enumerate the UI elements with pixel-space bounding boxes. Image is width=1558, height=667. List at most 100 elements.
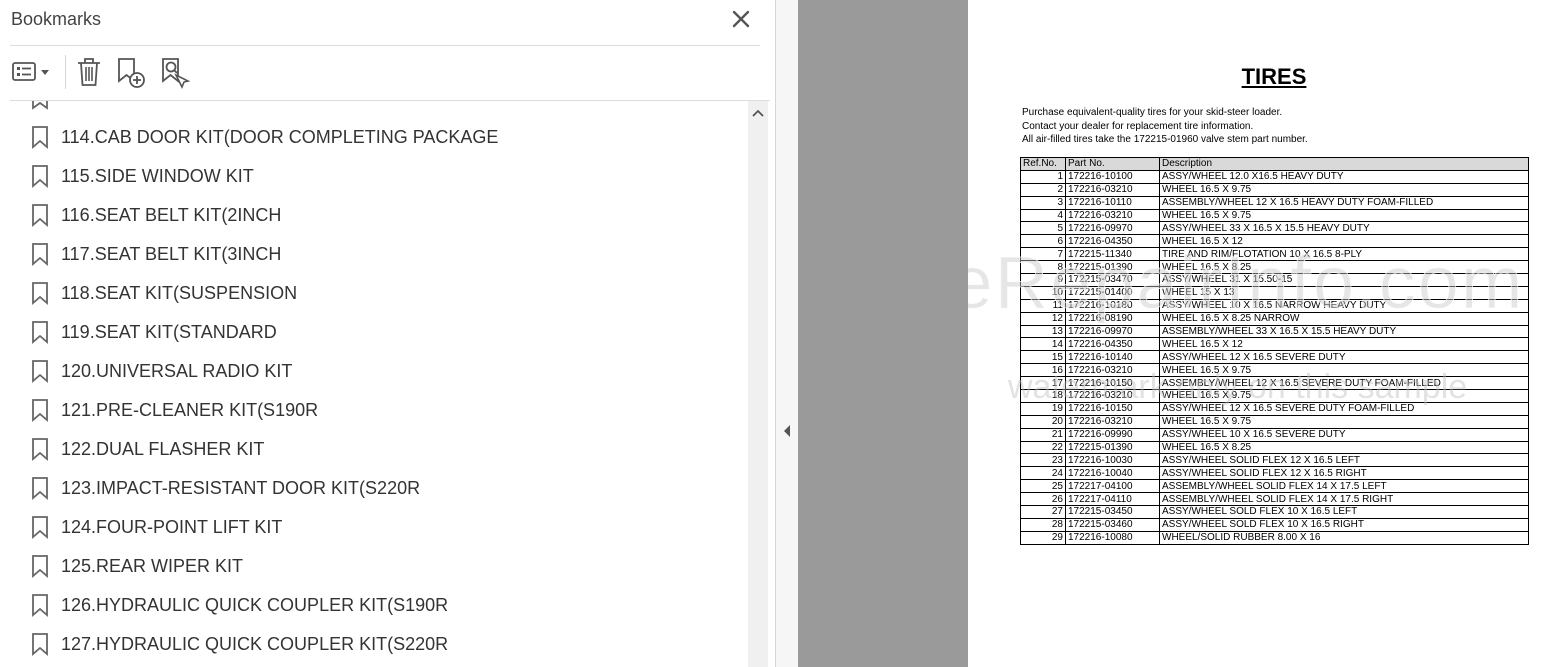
table-cell-desc: TIRE AND RIM/FLOTATION 10 X 16.5 8-PLY (1159, 247, 1529, 262)
bookmark-scrollbar[interactable] (748, 101, 768, 667)
bookmark-icon (32, 165, 48, 188)
bookmark-label: 123.IMPACT-RESISTANT DOOR KIT(S220R (61, 478, 421, 498)
table-cell-ref: 4 (1020, 208, 1066, 223)
header-ref-no: Ref.No. (1020, 157, 1066, 171)
collapse-left-icon[interactable] (782, 424, 792, 438)
bookmark-icon (32, 438, 48, 461)
table-cell-desc: ASSY/WHEEL SOLD FLEX 10 X 16.5 LEFT (1159, 505, 1529, 519)
delete-bookmark-button[interactable] (74, 55, 104, 89)
table-row: 18 172216-03210 WHEEL 16.5 X 9.75 (1020, 389, 1529, 403)
bookmark-item[interactable]: 114.CAB DOOR KIT(DOOR COMPLETING PACKAGE (0, 118, 748, 157)
bookmark-item[interactable]: 119.SEAT KIT(STANDARD (0, 313, 748, 352)
table-row: 22 172215-01390 WHEEL 16.5 X 8.25 (1020, 440, 1529, 455)
bookmark-icon (32, 101, 48, 110)
table-row: 23 172216-10030 ASSY/WHEEL SOLID FLEX 12 X… (1020, 453, 1529, 468)
table-cell-desc: WHEEL 16.5 X 12 (1159, 234, 1529, 249)
table-cell-part: 172216-10080 (1065, 530, 1160, 545)
table-cell-ref: 19 (1020, 401, 1066, 416)
panel-splitter[interactable] (776, 0, 798, 667)
table-cell-desc: ASSEMBLY/WHEEL 12 X 16.5 HEAVY DUTY FOAM… (1159, 195, 1529, 210)
table-cell-part: 172216-09970 (1065, 221, 1160, 236)
table-row: 16 172216-03210 WHEEL 16.5 X 9.75 (1020, 363, 1529, 378)
table-row: 27 172215-03450 ASSY/WHEEL SOLD FLEX 10 X … (1020, 505, 1529, 519)
table-cell-part: 172216-10110 (1065, 195, 1160, 210)
bookmark-label: 115.SIDE WINDOW KIT (61, 166, 254, 186)
options-menu-button[interactable] (10, 55, 54, 89)
bookmark-label: 116.SEAT BELT KIT(2INCH (61, 205, 282, 225)
table-cell-ref: 6 (1020, 234, 1066, 249)
scroll-thumb[interactable] (752, 127, 764, 667)
bookmark-label: 126.HYDRAULIC QUICK COUPLER KIT(S190R (61, 595, 449, 615)
find-bookmark-button[interactable] (158, 55, 191, 89)
bookmark-item[interactable]: 123.IMPACT-RESISTANT DOOR KIT(S220R (0, 469, 748, 508)
table-cell-part: 172216-04350 (1065, 337, 1160, 352)
table-cell-part: 172216-09990 (1065, 427, 1160, 442)
bookmark-icon (32, 399, 48, 422)
table-cell-ref: 15 (1020, 350, 1066, 365)
table-cell-ref: 11 (1020, 298, 1066, 313)
bookmarks-panel: Bookmarks 114.CAB DOOR KIT(DOOR COMPLETI… (0, 0, 776, 667)
table-row: 6 172216-04350 WHEEL 16.5 X 12 (1020, 234, 1529, 249)
bookmark-icon (32, 321, 48, 344)
bookmark-label: 121.PRE-CLEANER KIT(S190R (61, 400, 319, 420)
table-cell-ref: 25 (1020, 479, 1066, 494)
table-row: 21 172216-09990 ASSY/WHEEL 10 X 16.5 SEVER… (1020, 427, 1529, 442)
bookmark-icon (32, 243, 48, 266)
bookmark-icon (32, 477, 48, 500)
bookmark-item[interactable]: 125.REAR WIPER KIT (0, 547, 748, 586)
bookmark-item[interactable]: 120.UNIVERSAL RADIO KIT (0, 352, 748, 391)
bookmark-icon (32, 204, 48, 227)
add-bookmark-button[interactable] (114, 55, 146, 89)
table-cell-ref: 27 (1020, 505, 1066, 519)
bookmark-item[interactable]: 118.SEAT KIT(SUSPENSION (0, 274, 748, 313)
bookmark-icon (32, 126, 48, 149)
close-panel-button[interactable] (728, 6, 754, 32)
table-cell-desc: ASSY/WHEEL 31 X 15.50-15 (1159, 273, 1529, 287)
table-cell-desc: ASSEMBLY/WHEEL 33 X 16.5 X 15.5 HEAVY DU… (1159, 324, 1529, 339)
table-cell-ref: 22 (1020, 440, 1066, 455)
table-cell-part: 172216-08190 (1065, 311, 1160, 326)
page-title: TIRES (1241, 64, 1307, 89)
table-cell-ref: 21 (1020, 427, 1066, 442)
table-cell-part: 172215-03460 (1065, 517, 1160, 532)
table-cell-desc: WHEEL 16.5 X 9.75 (1159, 208, 1529, 223)
table-cell-part: 172216-03210 (1065, 182, 1160, 197)
bookmark-item[interactable]: 115.SIDE WINDOW KIT (0, 157, 748, 196)
chevron-up-icon[interactable] (751, 107, 765, 119)
bookmark-item[interactable]: 121.PRE-CLEANER KIT(S190R (0, 391, 748, 430)
bookmark-item[interactable]: 117.SEAT BELT KIT(3INCH (0, 235, 748, 274)
table-cell-desc: ASSEMBLY/WHEEL 12 X 16.5 SEVERE DUTY FOA… (1159, 376, 1529, 391)
table-row: 17 172216-10150 ASSEMBLY/WHEEL 12 X 16.5 S… (1020, 376, 1529, 391)
table-cell-part: 172216-10030 (1065, 453, 1160, 468)
bookmark-item[interactable]: 127.HYDRAULIC QUICK COUPLER KIT(S220R (0, 625, 748, 664)
table-cell-part: 172215-03470 (1065, 273, 1160, 287)
table-row: 15 172216-10140 ASSY/WHEEL 12 X 16.5 SEVER… (1020, 350, 1529, 365)
table-cell-desc: ASSY/WHEEL 12 X 16.5 SEVERE DUTY (1159, 350, 1529, 365)
bookmark-icon (32, 516, 48, 539)
table-cell-part: 172215-03450 (1065, 505, 1160, 519)
bookmark-icon (32, 282, 48, 305)
table-cell-ref: 7 (1020, 247, 1066, 262)
table-row: 24 172216-10040 ASSY/WHEEL SOLID FLEX 12 X… (1020, 466, 1529, 481)
table-cell-desc: WHEEL 16.5 X 12 (1159, 337, 1529, 352)
table-cell-ref: 10 (1020, 285, 1066, 300)
table-cell-ref: 16 (1020, 363, 1066, 378)
intro-line: Contact your dealer for replacement tire… (1022, 120, 1254, 132)
panel-header: Bookmarks (0, 0, 776, 45)
add-bookmark-icon (118, 58, 145, 88)
table-cell-part: 172216-03210 (1065, 363, 1160, 378)
table-row: 7 172215-11340 TIRE AND RIM/FLOTATION 10 X… (1020, 247, 1529, 262)
toolbar-separator (65, 55, 66, 89)
table-cell-ref: 1 (1020, 169, 1066, 184)
bookmark-item[interactable]: 124.FOUR-POINT LIFT KIT (0, 508, 748, 547)
bookmark-item[interactable]: 122.DUAL FLASHER KIT (0, 430, 748, 469)
table-row: 25 172217-04100 ASSEMBLY/WHEEL SOLID FLEX … (1020, 479, 1529, 494)
bookmark-item[interactable]: 116.SEAT BELT KIT(2INCH (0, 196, 748, 235)
trash-icon (78, 58, 100, 86)
intro-line: Purchase equivalent-quality tires for yo… (1022, 107, 1283, 118)
header-divider (10, 45, 760, 46)
table-cell-part: 172216-09970 (1065, 324, 1160, 339)
header-part-no: Part No. (1065, 157, 1160, 171)
bookmark-label: 114.CAB DOOR KIT(DOOR COMPLETING PACKAGE (61, 127, 499, 147)
bookmark-item[interactable]: 126.HYDRAULIC QUICK COUPLER KIT(S190R (0, 586, 748, 625)
